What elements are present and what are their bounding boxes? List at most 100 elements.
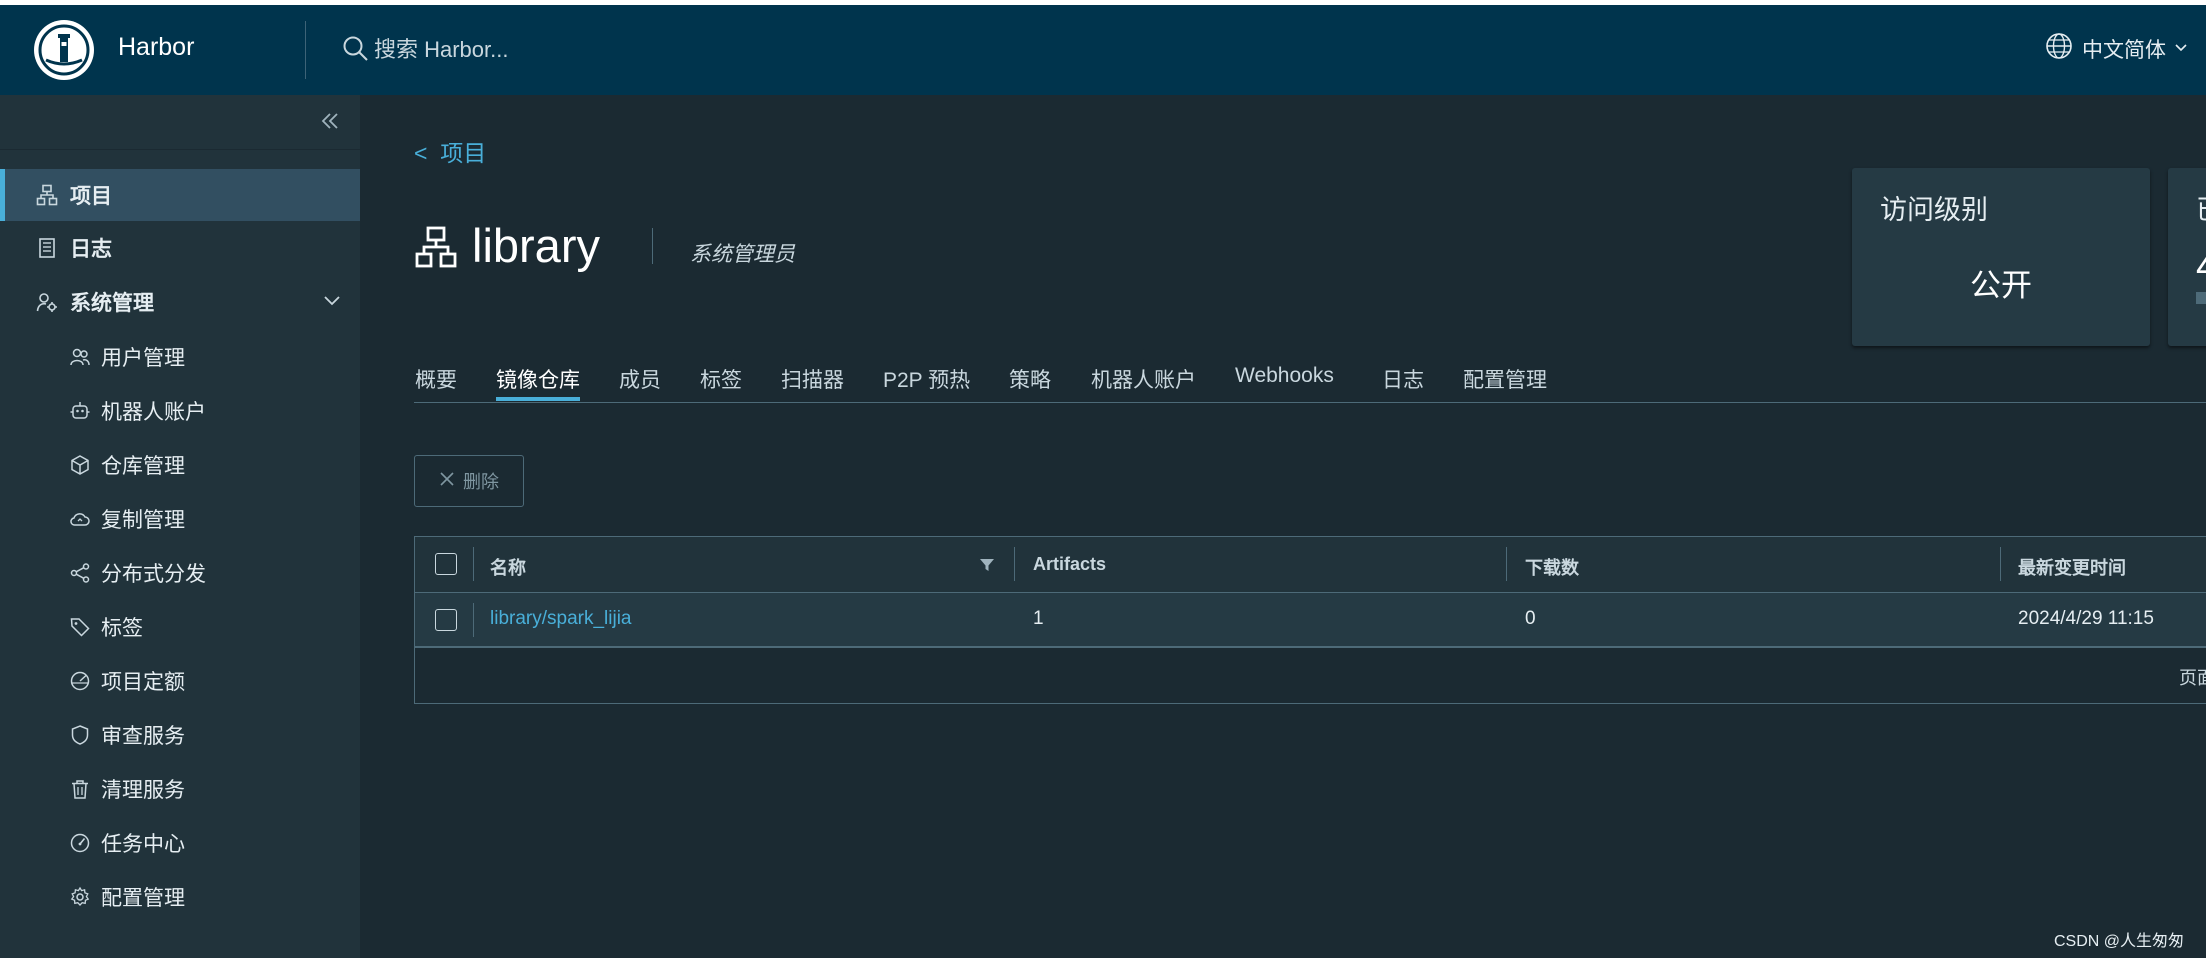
dashboard-icon <box>67 830 93 856</box>
search-icon[interactable] <box>342 35 370 68</box>
active-tab-indicator <box>496 397 580 401</box>
card-title: 访问级别 <box>1880 195 1988 225</box>
brand-name[interactable]: Harbor <box>118 33 194 62</box>
updated-time: 2024/4/29 11:15 <box>2018 608 2154 629</box>
chevron-down-icon <box>2174 37 2188 61</box>
sidebar-item-replications[interactable]: 复制管理 <box>0 493 360 545</box>
projects-icon <box>414 225 458 274</box>
global-search-input[interactable] <box>372 29 796 71</box>
more-options-icon[interactable]: ⋮ <box>2200 468 2206 488</box>
sidebar: 项目 日志 系统管理 用户管理 机器人账户 仓库管理 复制管理 分布式分发 标签… <box>0 95 360 958</box>
tab-members[interactable]: 成员 <box>619 364 661 394</box>
chevron-left-icon: < <box>414 140 428 166</box>
tab-p2p-preheat[interactable]: P2P 预热 <box>883 364 970 394</box>
sidebar-item-quotas[interactable]: 项目定额 <box>0 655 360 707</box>
pagination-text: 页面 <box>2179 668 2206 688</box>
breadcrumb-back-link[interactable]: < 项目 <box>414 134 486 168</box>
card-title: 已 <box>2196 188 2206 227</box>
role-label: 系统管理员 <box>690 243 795 266</box>
card-value: 4 <box>2196 246 2206 289</box>
project-tabs: 概要 镜像仓库 成员 标签 扫描器 P2P 预热 策略 机器人账户 Webhoo… <box>414 360 2206 403</box>
sidebar-item-distributions[interactable]: 分布式分发 <box>0 547 360 599</box>
table-footer: 页面 <box>415 648 2206 703</box>
column-separator <box>473 547 474 581</box>
sidebar-item-label: 仓库管理 <box>101 455 185 478</box>
users-icon <box>67 344 93 370</box>
tab-webhooks[interactable]: Webhooks <box>1235 364 1334 388</box>
repository-name-link[interactable]: library/spark_lijia <box>490 608 632 630</box>
top-header: Harbor 中文简体 <box>0 5 2206 95</box>
sidebar-item-job-service[interactable]: 任务中心 <box>0 817 360 869</box>
tab-summary[interactable]: 概要 <box>415 364 457 394</box>
harbor-logo-icon[interactable] <box>34 20 94 80</box>
column-header-updated[interactable]: 最新变更时间 <box>2018 554 2126 580</box>
language-switcher[interactable]: 中文简体 <box>2044 31 2188 67</box>
tag-icon <box>67 614 93 640</box>
shield-icon <box>67 722 93 748</box>
sidebar-item-admin[interactable]: 系统管理 <box>0 276 360 328</box>
tab-policy[interactable]: 策略 <box>1009 364 1051 394</box>
tab-labels[interactable]: 标签 <box>700 364 742 394</box>
delete-label: 删除 <box>463 472 499 492</box>
logs-icon <box>34 235 60 261</box>
summary-card-partial: 已 4 <box>2168 168 2206 346</box>
column-header-artifacts[interactable]: Artifacts <box>1033 554 1106 575</box>
tab-logs[interactable]: 日志 <box>1382 364 1424 394</box>
row-checkbox[interactable] <box>435 609 457 631</box>
admin-icon <box>34 289 60 315</box>
sidebar-item-label: 分布式分发 <box>101 563 206 586</box>
table-header: 名称 Artifacts 下载数 最新变更时间 <box>415 537 2206 593</box>
sidebar-item-users[interactable]: 用户管理 <box>0 331 360 383</box>
column-header-name[interactable]: 名称 <box>490 554 526 580</box>
cloud-sync-icon <box>67 506 93 532</box>
share-icon <box>67 560 93 586</box>
sidebar-item-label: 项目定额 <box>101 671 185 694</box>
sidebar-divider <box>0 149 360 150</box>
sidebar-item-label: 配置管理 <box>101 887 185 910</box>
sidebar-item-projects[interactable]: 项目 <box>0 169 360 221</box>
filter-icon[interactable] <box>979 557 995 578</box>
access-level-card: 访问级别 公开 <box>1852 168 2150 346</box>
collapse-sidebar-icon[interactable] <box>320 107 340 138</box>
header-divider <box>305 21 306 79</box>
sidebar-item-label: 项目 <box>70 185 112 208</box>
watermark: CSDN @人生匆匆 <box>2054 933 2185 950</box>
sidebar-item-label: 标签 <box>101 617 143 640</box>
downloads-count: 0 <box>1525 608 1536 629</box>
sidebar-item-registries[interactable]: 仓库管理 <box>0 439 360 491</box>
delete-button[interactable]: 删除 <box>414 455 524 507</box>
quota-icon <box>67 668 93 694</box>
select-all-checkbox[interactable] <box>435 553 457 575</box>
sidebar-item-label: 机器人账户 <box>101 401 206 424</box>
sidebar-item-label: 日志 <box>70 238 112 261</box>
card-value: 公开 <box>1970 268 2032 303</box>
sidebar-item-cleanup[interactable]: 清理服务 <box>0 763 360 815</box>
column-separator <box>473 603 474 637</box>
close-icon <box>439 471 455 492</box>
language-label: 中文简体 <box>2082 39 2166 62</box>
sidebar-item-logs[interactable]: 日志 <box>0 222 360 274</box>
box-icon <box>67 452 93 478</box>
sidebar-item-label: 清理服务 <box>101 779 185 802</box>
projects-icon <box>34 182 60 208</box>
tab-repositories[interactable]: 镜像仓库 <box>496 364 580 394</box>
breadcrumb-label: 项目 <box>440 140 487 166</box>
sidebar-item-robot-accounts[interactable]: 机器人账户 <box>0 385 360 437</box>
tab-scanner[interactable]: 扫描器 <box>781 364 844 394</box>
column-separator <box>2000 547 2001 581</box>
sidebar-item-label: 用户管理 <box>101 347 185 370</box>
page-title: library <box>472 219 600 272</box>
usage-bar <box>2196 292 2206 304</box>
artifacts-count: 1 <box>1033 608 1044 629</box>
column-separator <box>1014 547 1015 581</box>
sidebar-item-labels[interactable]: 标签 <box>0 601 360 653</box>
table-row[interactable]: library/spark_lijia 1 0 2024/4/29 11:15 <box>415 593 2206 648</box>
tab-configuration[interactable]: 配置管理 <box>1463 364 1547 394</box>
column-separator <box>1506 547 1507 581</box>
title-divider <box>652 228 653 264</box>
sidebar-item-configuration[interactable]: 配置管理 <box>0 871 360 923</box>
column-header-downloads[interactable]: 下载数 <box>1525 554 1579 580</box>
sidebar-item-interrogation[interactable]: 审查服务 <box>0 709 360 761</box>
repositories-table: 名称 Artifacts 下载数 最新变更时间 library/spark_li… <box>414 536 2206 704</box>
tab-robot-accounts[interactable]: 机器人账户 <box>1091 364 1196 394</box>
